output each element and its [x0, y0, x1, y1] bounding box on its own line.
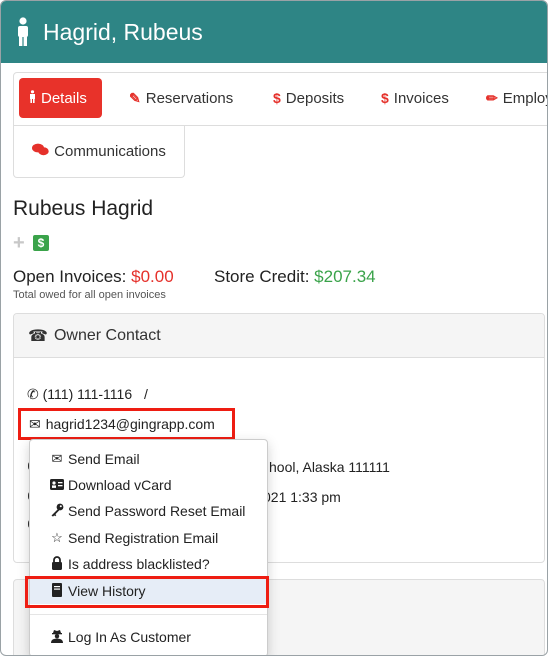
tab-label: Details [41, 89, 87, 107]
phone-line: ✆ (111) 111-1116 / [27, 386, 148, 403]
menu-item-label: Is address blacklisted? [68, 556, 210, 572]
page-title: Hagrid, Rubeus [43, 18, 203, 45]
email-address: hagrid1234@gingrapp.com [45, 416, 215, 432]
edit-icon: ✎ [129, 89, 141, 106]
plus-icon[interactable]: + [13, 233, 25, 253]
owner-name: Rubeus Hagrid [13, 197, 154, 220]
open-invoices-value: $0.00 [131, 267, 174, 286]
comments-icon [32, 143, 49, 160]
key-icon [49, 503, 65, 520]
menu-item-send-email[interactable]: ✉ Send Email [30, 446, 267, 472]
star-icon: ☆ [51, 530, 63, 545]
menu-item-blacklist-check[interactable]: Is address blacklisted? [30, 551, 267, 577]
vcard-icon [49, 478, 65, 493]
person-icon [29, 90, 36, 106]
tab-invoices[interactable]: $ Invoices [371, 78, 459, 118]
tab-employees[interactable]: ✏ Employ [476, 78, 548, 118]
tab-label: Reservations [145, 89, 234, 107]
email-link[interactable]: ✉ hagrid1234@gingrapp.com [18, 408, 235, 440]
dollar-icon: $ [273, 90, 281, 106]
header-bar: Hagrid, Rubeus [1, 1, 547, 63]
menu-item-label: Send Password Reset Email [68, 503, 246, 519]
menu-divider [30, 614, 267, 615]
menu-item-label: Log In As Customer [68, 629, 191, 645]
person-icon [15, 17, 31, 47]
owner-contact-title: Owner Contact [53, 326, 161, 344]
open-invoices-note: Total owed for all open invoices [13, 289, 166, 301]
pencil-icon: ✏ [486, 89, 498, 106]
menu-item-send-registration[interactable]: ☆ Send Registration Email [30, 525, 267, 551]
phone-separator: / [144, 386, 148, 402]
address-text: hool, Alaska 111111 [269, 459, 390, 475]
view-history-highlight-box [25, 576, 269, 608]
dollar-icon: $ [381, 90, 389, 106]
app-window: Hagrid, Rubeus Details ✎ Reservations $ … [0, 0, 548, 656]
dollar-icon[interactable]: $ [33, 235, 49, 251]
phone-icon: ☎ [28, 327, 48, 345]
menu-item-label: Send Registration Email [68, 530, 219, 546]
envelope-icon: ✉ [51, 451, 63, 466]
tab-details[interactable]: Details [19, 78, 102, 118]
menu-item-log-in-as-customer[interactable]: Log In As Customer [30, 624, 267, 650]
menu-item-label: Download vCard [68, 477, 172, 493]
phone-icon: ✆ [27, 386, 39, 402]
tab-deposits[interactable]: $ Deposits [263, 78, 354, 118]
open-invoices-label: Open Invoices: [13, 267, 127, 286]
owner-contact-header: ☎ Owner Contact [14, 314, 544, 358]
date-text: 021 1:33 pm [263, 489, 341, 505]
tab-label: Communications [54, 142, 166, 160]
store-credit-label: Store Credit: [214, 267, 310, 286]
lock-icon [49, 555, 65, 573]
menu-item-download-vcard[interactable]: Download vCard [30, 472, 267, 498]
email-actions-menu: ✉ Send Email Download vCard Send Passwor… [29, 439, 268, 655]
tab-label: Invoices [393, 89, 449, 107]
open-invoices: Open Invoices: $0.00 [13, 267, 174, 287]
tab-label: Deposits [285, 89, 345, 107]
user-secret-icon [49, 629, 65, 646]
store-credit: Store Credit: $207.34 [214, 267, 376, 287]
menu-item-label: Send Email [68, 451, 140, 467]
tab-reservations[interactable]: ✎ Reservations [119, 78, 243, 118]
tab-label: Employ [502, 89, 548, 107]
phone-number[interactable]: (111) 111-1116 [43, 386, 133, 402]
store-credit-value: $207.34 [314, 267, 376, 286]
tab-communications[interactable]: Communications [13, 125, 185, 178]
envelope-icon: ✉ [29, 415, 41, 432]
menu-item-send-password-reset[interactable]: Send Password Reset Email [30, 498, 267, 524]
